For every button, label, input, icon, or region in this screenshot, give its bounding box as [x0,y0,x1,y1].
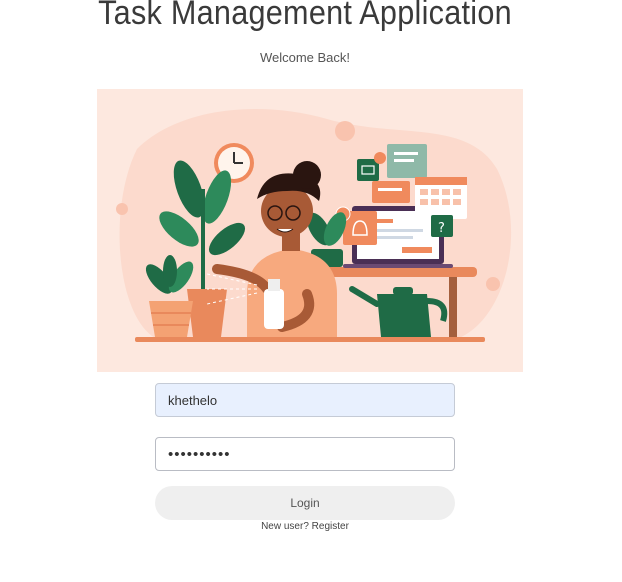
password-input[interactable] [155,437,455,471]
svg-text:?: ? [438,221,445,236]
desk-top [325,267,477,277]
bg-dot [486,277,500,291]
notice-card [372,181,410,203]
floor-line [135,337,485,342]
bg-dot [335,121,355,141]
login-page: Task Management Application Welcome Back… [0,0,622,582]
bg-dot [116,203,128,215]
page-title: Task Management Application [98,0,512,32]
hero-illustration: ? [97,89,523,372]
new-user-text: New user? [261,521,309,532]
login-button[interactable]: Login [155,486,455,520]
welcome-subtitle: Welcome Back! [259,50,351,65]
desk-leg [449,277,457,339]
register-link[interactable]: Register [312,521,349,532]
help-card-icon: ? [431,215,453,237]
register-prompt: New user? Register [0,521,610,532]
username-input[interactable] [155,383,455,417]
